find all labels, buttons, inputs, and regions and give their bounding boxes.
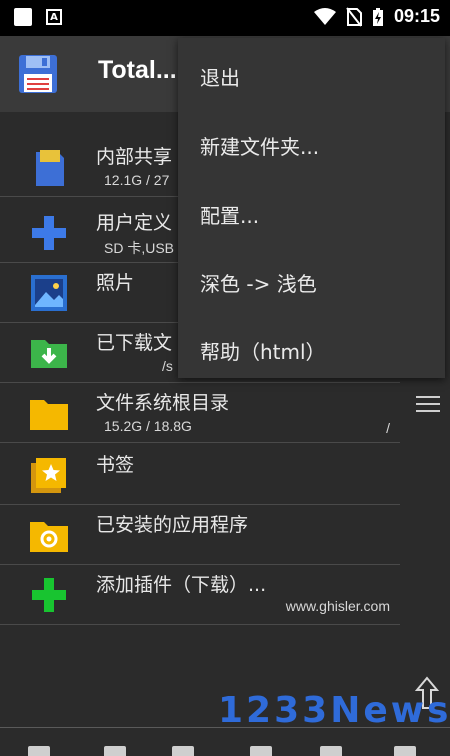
gear-folder-icon bbox=[30, 522, 68, 552]
download-folder-icon bbox=[31, 340, 67, 368]
notification-a-icon: A bbox=[46, 9, 62, 25]
list-item[interactable]: 已安装的应用程序 bbox=[0, 504, 400, 565]
no-sim-icon bbox=[346, 6, 362, 27]
wifi-icon bbox=[313, 7, 336, 25]
more-icon[interactable] bbox=[394, 746, 416, 756]
list-item-link[interactable]: www.ghisler.com bbox=[286, 598, 390, 614]
menu-item-help[interactable]: 帮助（html） bbox=[200, 336, 326, 365]
watermark-logo: 1233News bbox=[218, 690, 450, 731]
menu-item-new-folder[interactable]: 新建文件夹... bbox=[200, 131, 319, 160]
photo-icon bbox=[31, 275, 67, 311]
clock: 09:15 bbox=[393, 6, 440, 26]
list-item-name: 书签 bbox=[96, 454, 135, 476]
app-title: Total... bbox=[98, 56, 177, 84]
list-item[interactable]: 书签 bbox=[0, 444, 400, 505]
list-item-name: 添加插件（下载）... bbox=[96, 574, 267, 596]
bookmark-icon bbox=[31, 458, 66, 493]
list-item-name: 文件系统根目录 bbox=[96, 392, 230, 414]
list-item-path: / bbox=[386, 420, 390, 436]
list-item-sub: SD 卡,USB bbox=[104, 240, 175, 256]
sd-card-icon bbox=[36, 150, 64, 186]
list-item-name: 已安装的应用程序 bbox=[96, 514, 249, 536]
list-item-name: 已下载文 bbox=[96, 332, 173, 354]
folder-icon bbox=[30, 400, 68, 430]
list-item-path: /s bbox=[162, 358, 173, 374]
bottom-toolbar bbox=[0, 727, 450, 756]
list-item-name: 用户定义 bbox=[96, 212, 173, 234]
plus-icon bbox=[32, 216, 66, 250]
overflow-menu: 退出 新建文件夹... 配置... 深色 -> 浅色 帮助（html） bbox=[178, 38, 445, 378]
menu-item-theme[interactable]: 深色 -> 浅色 bbox=[200, 268, 317, 297]
list-item[interactable]: 文件系统根目录 15.2G / 18.8G / bbox=[0, 382, 400, 443]
battery-charging-icon bbox=[372, 7, 383, 26]
list-item-name: 照片 bbox=[96, 272, 135, 294]
list-item-size: 12.1G / 27 bbox=[104, 172, 170, 188]
list-item-name: 内部共享 bbox=[96, 146, 173, 168]
menu-item-settings[interactable]: 配置... bbox=[200, 200, 259, 229]
hamburger-icon[interactable] bbox=[416, 396, 440, 417]
notification-square-icon bbox=[14, 8, 32, 26]
move-icon[interactable] bbox=[172, 746, 194, 756]
delete-icon[interactable] bbox=[250, 746, 272, 756]
list-item[interactable]: 添加插件（下载）... www.ghisler.com bbox=[0, 564, 400, 625]
select-icon[interactable] bbox=[28, 746, 50, 756]
list-item-size: 15.2G / 18.8G bbox=[104, 418, 192, 434]
floppy-icon[interactable] bbox=[18, 54, 58, 94]
add-plugin-icon bbox=[32, 578, 66, 612]
menu-item-exit[interactable]: 退出 bbox=[200, 62, 240, 91]
sort-icon[interactable] bbox=[320, 746, 342, 756]
status-bar: A 09:15 bbox=[0, 0, 450, 36]
copy-icon[interactable] bbox=[104, 746, 126, 756]
